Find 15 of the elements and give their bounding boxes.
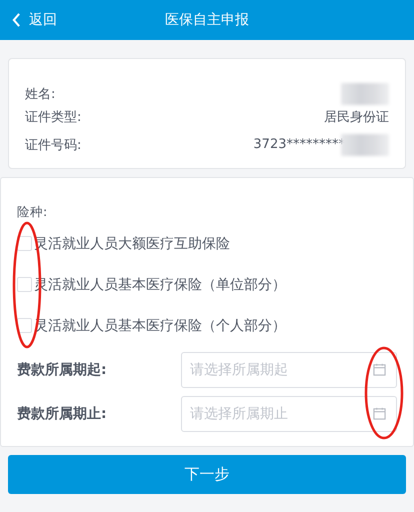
- field-label: 姓名:: [25, 86, 56, 102]
- calendar-icon: [373, 363, 386, 376]
- checkbox[interactable]: [17, 277, 32, 292]
- field-label: 证件类型:: [25, 108, 82, 126]
- field-value: 3723*********: [253, 137, 345, 152]
- date-field[interactable]: 请选择所属期止: [181, 396, 397, 432]
- page-title: 医保自主申报: [165, 11, 249, 29]
- field-label: 费款所属期止:: [17, 405, 107, 423]
- calendar-icon: [373, 407, 386, 420]
- field-value: 居民身份证: [324, 108, 389, 126]
- date-field[interactable]: 请选择所属期起: [181, 352, 397, 388]
- field-label: 费款所属期起:: [17, 361, 107, 379]
- field-label: 证件号码:: [25, 136, 82, 154]
- insurance-label: 险种:: [17, 204, 48, 221]
- back-icon: [12, 13, 21, 27]
